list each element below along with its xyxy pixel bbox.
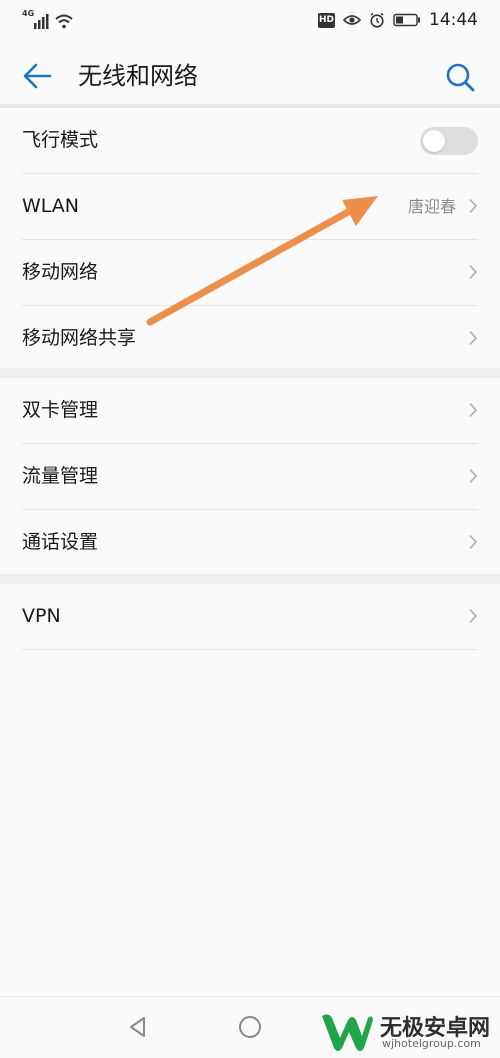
dual-sim-label: 双卡管理 bbox=[22, 399, 99, 421]
watermark-logo bbox=[322, 1014, 373, 1051]
data-usage-label: 流量管理 bbox=[22, 465, 99, 487]
settings-group-vpn: VPN bbox=[0, 584, 500, 650]
call-settings-label: 通话设置 bbox=[22, 531, 99, 553]
mobile-network-label: 移动网络 bbox=[22, 261, 99, 283]
toggle-knob bbox=[423, 130, 445, 152]
group-divider bbox=[0, 574, 500, 584]
search-icon bbox=[446, 63, 475, 92]
vpn-label: VPN bbox=[22, 605, 61, 627]
eye-icon bbox=[343, 15, 361, 25]
vpn-item[interactable]: VPN bbox=[22, 584, 478, 650]
dual-sim-item[interactable]: 双卡管理 bbox=[22, 378, 478, 444]
tethering-item[interactable]: 移动网络共享 bbox=[22, 306, 478, 371]
status-time: 14:44 bbox=[429, 10, 478, 30]
page-title: 无线和网络 bbox=[78, 62, 198, 90]
wlan-value: 唐迎春 bbox=[407, 197, 456, 216]
signal-icon bbox=[34, 14, 73, 29]
search-button[interactable] bbox=[442, 59, 478, 95]
settings-group-sim: 双卡管理 流量管理 通话设置 bbox=[0, 378, 500, 575]
wifi-icon bbox=[55, 14, 73, 24]
alarm-icon bbox=[370, 12, 384, 28]
chevron-right-icon bbox=[469, 264, 478, 280]
chevron-right-icon bbox=[469, 608, 478, 624]
hd-badge: HD bbox=[318, 12, 335, 28]
group-divider bbox=[0, 368, 500, 378]
chevron-right-icon bbox=[469, 468, 478, 484]
watermark: 无极安卓网 wjhotelgroup.com bbox=[310, 1003, 500, 1057]
chevron-right-icon bbox=[469, 402, 478, 418]
airplane-mode-toggle[interactable] bbox=[420, 127, 478, 155]
chevron-right-icon bbox=[469, 330, 478, 346]
arrow-left-icon bbox=[23, 63, 52, 89]
data-usage-item[interactable]: 流量管理 bbox=[22, 444, 478, 510]
battery-icon bbox=[393, 13, 420, 27]
watermark-url: wjhotelgroup.com bbox=[382, 1037, 481, 1050]
status-bar: 4G HD 14:44 bbox=[0, 0, 500, 40]
nav-back-icon[interactable] bbox=[124, 1013, 152, 1041]
chevron-right-icon bbox=[469, 198, 478, 214]
back-button[interactable] bbox=[18, 58, 58, 94]
mobile-network-item[interactable]: 移动网络 bbox=[22, 240, 478, 306]
chevron-right-icon bbox=[469, 534, 478, 550]
wlan-item[interactable]: WLAN 唐迎春 bbox=[22, 174, 478, 240]
tethering-label: 移动网络共享 bbox=[22, 327, 137, 349]
status-right: HD 14:44 bbox=[310, 9, 478, 31]
wlan-label: WLAN bbox=[22, 195, 80, 217]
airplane-mode-label: 飞行模式 bbox=[22, 129, 99, 151]
settings-group-network: 飞行模式 WLAN 唐迎春 移动网络 移动网络共享 bbox=[0, 108, 500, 371]
airplane-mode-item[interactable]: 飞行模式 bbox=[22, 108, 478, 174]
nav-home-icon[interactable] bbox=[236, 1013, 264, 1041]
app-header: 无线和网络 bbox=[0, 40, 500, 106]
call-settings-item[interactable]: 通话设置 bbox=[22, 510, 478, 575]
